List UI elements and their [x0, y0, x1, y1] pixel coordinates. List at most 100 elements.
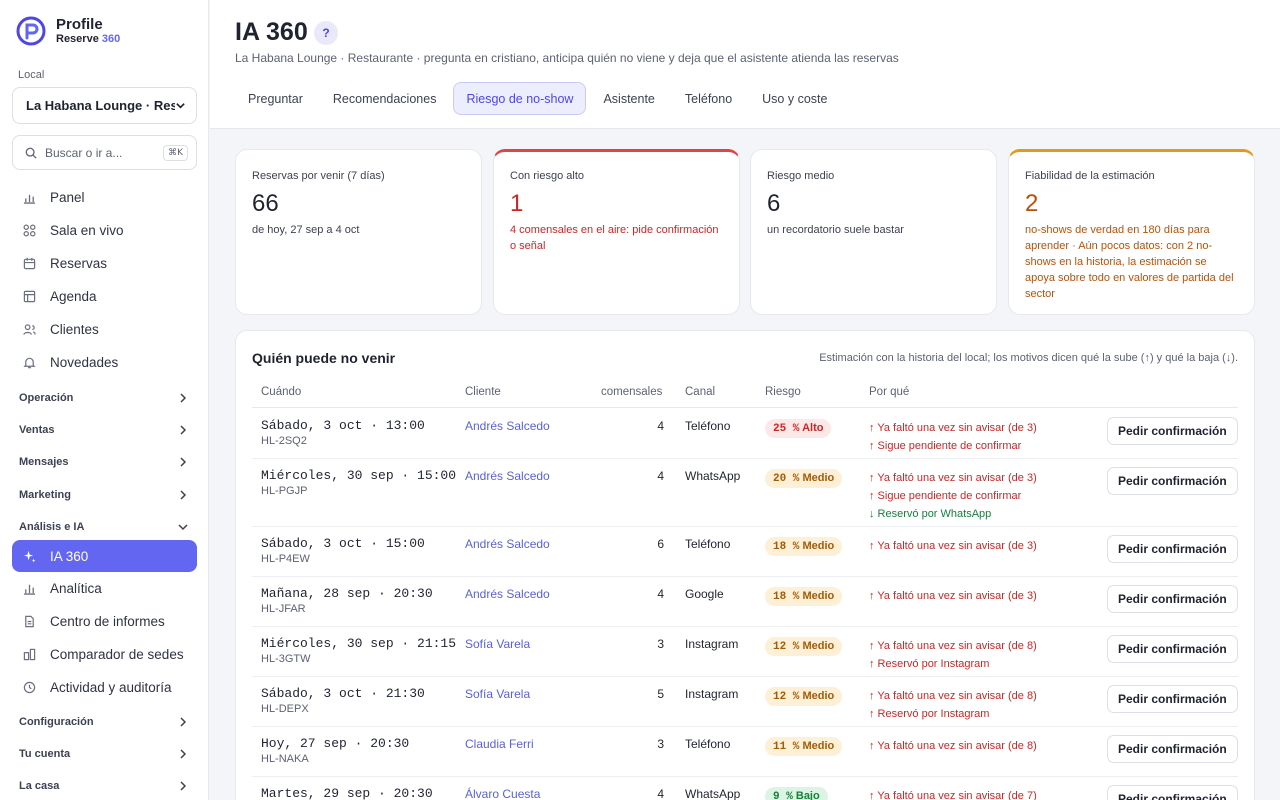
channel: WhatsApp	[685, 469, 741, 483]
chevron-right-icon	[180, 457, 187, 467]
sidebar-item-clientes[interactable]: Clientes	[12, 314, 197, 344]
sidebar-group-configuracion[interactable]: Configuración	[12, 710, 197, 734]
sidebar-group-operacion[interactable]: Operación	[12, 386, 197, 410]
sidebar-item-actividad-auditoria[interactable]: Actividad y auditoría	[12, 672, 197, 702]
table-icon	[22, 289, 36, 303]
request-confirmation-button[interactable]: Pedir confirmación	[1107, 735, 1238, 763]
reason-item: ↑ Sigue pendiente de confirmar	[869, 440, 1022, 452]
request-confirmation-button[interactable]: Pedir confirmación	[1107, 785, 1238, 800]
reasons-list: ↑ Ya faltó una vez sin avisar (de 3) ↑ Si…	[869, 419, 1101, 455]
client-link[interactable]: Andrés Salcedo	[465, 469, 550, 483]
request-confirmation-button[interactable]: Pedir confirmación	[1107, 585, 1238, 613]
reservation-code: HL-NAKA	[261, 753, 309, 765]
sidebar-item-comparador-sedes[interactable]: Comparador de sedes	[12, 639, 197, 669]
table-row: Sábado, 3 oct · 15:00 HL-P4EW Andrés Salce…	[252, 527, 1238, 577]
guests-count: 6	[657, 537, 664, 551]
risk-level: Medio	[802, 540, 835, 552]
risk-level: Bajo	[795, 790, 820, 800]
brand-subtitle: Reserve 360	[56, 33, 121, 45]
brand-name: Profile	[56, 16, 103, 33]
client-link[interactable]: Sofía Varela	[465, 637, 530, 651]
stat-card-high-risk: Con riesgo alto 1 4 comensales en el air…	[493, 149, 740, 315]
client-link[interactable]: Andrés Salcedo	[465, 537, 550, 551]
reservation-date: Miércoles, 30 sep · 15:00	[261, 468, 457, 483]
reasons-list: ↑ Ya faltó una vez sin avisar (de 3)	[869, 537, 1101, 555]
sidebar-group-ventas[interactable]: Ventas	[12, 418, 197, 442]
sidebar-item-reservas[interactable]: Reservas	[12, 248, 197, 278]
reasons-list: ↑ Ya faltó una vez sin avisar (de 8)	[869, 737, 1101, 755]
risk-percent: 18 %	[773, 541, 800, 553]
sidebar-group-tu-cuenta[interactable]: Tu cuenta	[12, 742, 197, 766]
stat-label: Con riesgo alto	[510, 170, 584, 182]
page-header: IA 360 ? La Habana Lounge · Restaurante …	[210, 0, 1280, 129]
reason-item: ↑ Ya faltó una vez sin avisar (de 8)	[869, 690, 1037, 702]
local-select[interactable]: La Habana Lounge · Rest	[12, 87, 197, 124]
sidebar-group-label: Operación	[19, 392, 74, 404]
tab-asistente[interactable]: Asistente	[590, 82, 667, 115]
sidebar-group-mensajes[interactable]: Mensajes	[12, 450, 197, 474]
cell-risk: 12 % Medio	[765, 686, 843, 706]
chevron-right-icon	[180, 393, 187, 403]
client-link[interactable]: Claudia Ferri	[465, 737, 534, 751]
cell-risk: 12 % Medio	[765, 636, 843, 656]
tab-riesgo-no-show[interactable]: Riesgo de no-show	[453, 82, 587, 115]
client-link[interactable]: Álvaro Cuesta	[465, 787, 540, 800]
sidebar-item-agenda[interactable]: Agenda	[12, 281, 197, 311]
cell-risk: 20 % Medio	[765, 468, 843, 488]
cell-risk: 18 % Medio	[765, 536, 843, 556]
tab-recomendaciones[interactable]: Recomendaciones	[320, 82, 450, 115]
help-button[interactable]: ?	[314, 21, 338, 45]
local-label: Local	[18, 69, 45, 81]
stat-label: Riesgo medio	[767, 170, 835, 182]
sidebar-group-analisis-ia[interactable]: Análisis e IA	[12, 515, 197, 539]
channel: Teléfono	[685, 537, 731, 551]
client-link[interactable]: Andrés Salcedo	[465, 419, 550, 433]
channel: WhatsApp	[685, 787, 741, 800]
tab-telefono[interactable]: Teléfono	[672, 82, 745, 115]
sidebar-item-centro-informes[interactable]: Centro de informes	[12, 606, 197, 636]
request-confirmation-button[interactable]: Pedir confirmación	[1107, 535, 1238, 563]
client-link[interactable]: Sofía Varela	[465, 687, 530, 701]
reason-item: ↑ Reservó por Instagram	[869, 708, 990, 720]
request-confirmation-button[interactable]: Pedir confirmación	[1107, 417, 1238, 445]
reservation-date: Hoy, 27 sep · 20:30	[261, 736, 410, 751]
header-channel: Canal	[685, 386, 716, 398]
tab-uso-coste[interactable]: Uso y coste	[749, 82, 840, 115]
brand[interactable]: Profile Reserve 360	[16, 16, 120, 46]
sidebar-group-label: La casa	[19, 780, 60, 792]
header-guests: comensales	[601, 386, 663, 398]
sidebar-item-sala-en-vivo[interactable]: Sala en vivo	[12, 215, 197, 245]
header-when: Cuándo	[261, 386, 302, 398]
stat-note: 4 comensales en el aire: pide confirmaci…	[510, 224, 719, 252]
stat-note: un recordatorio suele bastar	[767, 224, 904, 236]
cell-when: Sábado, 3 oct · 13:00 HL-2SQ2	[261, 418, 425, 447]
reservation-code: HL-DEPX	[261, 703, 309, 715]
search-input[interactable]: Buscar o ir a... ⌘K	[12, 135, 197, 170]
stat-label: Fiabilidad de la estimación	[1025, 170, 1155, 182]
tab-preguntar[interactable]: Preguntar	[235, 82, 316, 115]
sidebar-group-la-casa[interactable]: La casa	[12, 774, 197, 798]
request-confirmation-button[interactable]: Pedir confirmación	[1107, 467, 1238, 495]
sidebar-item-analitica[interactable]: Analítica	[12, 573, 197, 603]
reservation-date: Martes, 29 sep · 20:30	[261, 786, 433, 800]
sidebar-item-novedades[interactable]: Novedades	[12, 347, 197, 377]
stat-value: 6	[767, 190, 781, 217]
cell-risk: 11 % Medio	[765, 736, 843, 756]
stat-card-reliability: Fiabilidad de la estimación 2 no-shows d…	[1008, 149, 1255, 315]
request-confirmation-button[interactable]: Pedir confirmación	[1107, 635, 1238, 663]
sidebar-item-ia-360[interactable]: IA 360	[12, 540, 197, 572]
sidebar-item-panel[interactable]: Panel	[12, 182, 197, 212]
table-row: Sábado, 3 oct · 21:30 HL-DEPX Sofía Varela…	[252, 677, 1238, 727]
chevron-right-icon	[180, 425, 187, 435]
cell-action: Pedir confirmación	[1107, 635, 1238, 663]
sidebar-group-marketing[interactable]: Marketing	[12, 483, 197, 507]
request-confirmation-button[interactable]: Pedir confirmación	[1107, 685, 1238, 713]
users-icon	[22, 322, 36, 336]
reasons-list: ↑ Ya faltó una vez sin avisar (de 8) ↑ Re…	[869, 687, 1101, 723]
reason-item: ↑ Ya faltó una vez sin avisar (de 3)	[869, 540, 1037, 552]
cell-action: Pedir confirmación	[1107, 535, 1238, 563]
channel: Instagram	[685, 687, 739, 701]
risk-badge: 9 % Bajo	[765, 787, 828, 800]
header-why: Por qué	[869, 386, 910, 398]
client-link[interactable]: Andrés Salcedo	[465, 587, 550, 601]
